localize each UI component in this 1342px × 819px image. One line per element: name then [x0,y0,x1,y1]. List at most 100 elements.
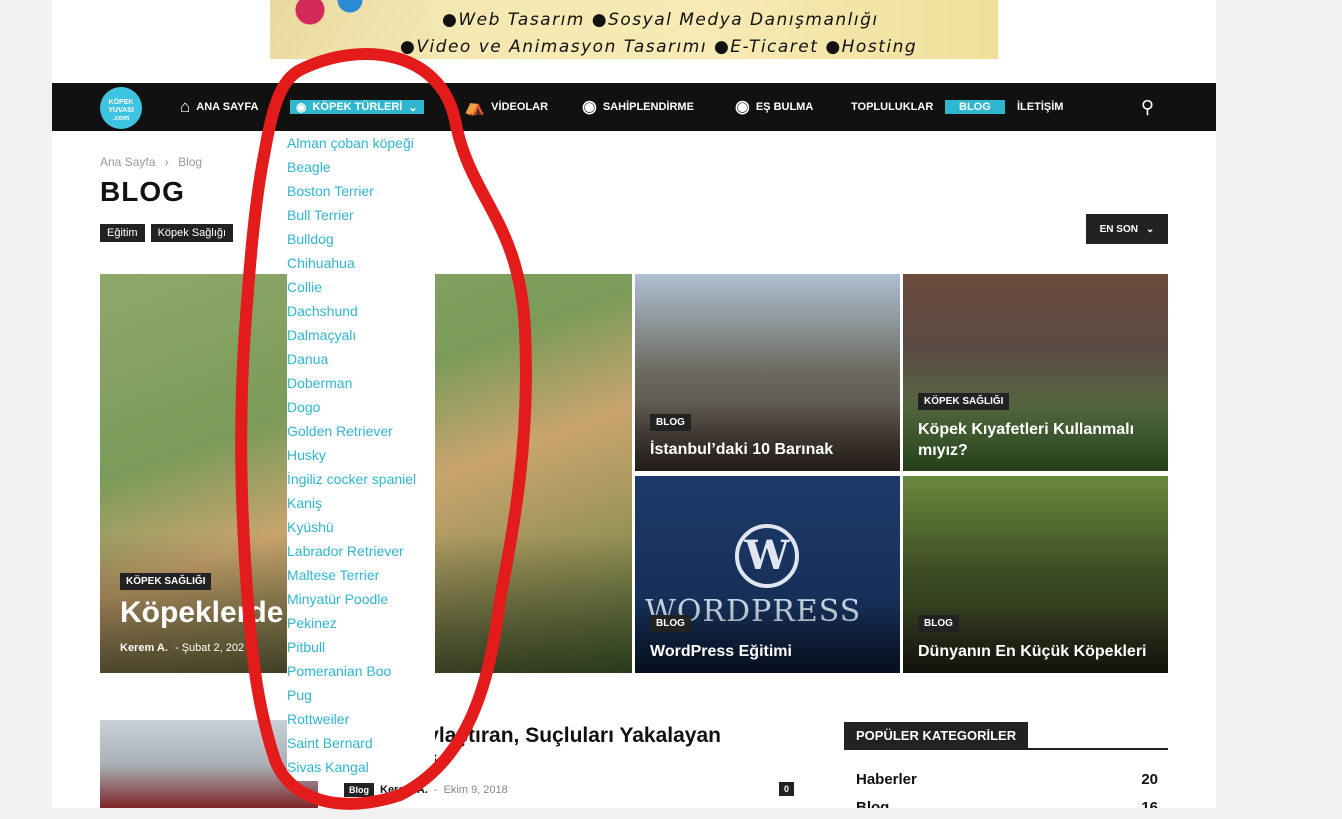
tile-title[interactable]: Dünyanın En Küçük Köpekleri [918,641,1146,662]
nav-label: EŞ BULMA [755,101,814,113]
sort-dropdown[interactable]: EN SON ⌄ [1086,214,1168,244]
dropdown-item[interactable]: Maltese Terrier [287,567,379,583]
dropdown-item[interactable]: Sivas Kangal [287,759,369,775]
dropdown-item[interactable]: Doberman [287,375,352,391]
nav-label: TOPLULUKLAR [851,101,934,113]
nav-label: VİDEOLAR [491,101,549,113]
page-title: BLOG [100,176,185,207]
circus-tent-icon: ⛺ [464,97,486,116]
dropdown-item[interactable]: Bull Terrier [287,207,354,223]
tag-egitim[interactable]: Eğitim [100,224,145,242]
chevron-down-icon: ⌄ [1145,223,1155,235]
image-shade [635,401,900,471]
post-thumbnail[interactable] [100,720,318,808]
breadcrumb-current: Blog [178,155,203,169]
nav-label: KÖPEK TÜRLERİ [312,101,403,113]
category-badge[interactable]: BLOG [918,615,959,632]
author-name[interactable]: Kerem A. [120,642,168,654]
dropdown-item[interactable]: Dachshund [287,303,358,319]
wordpress-logo: W [735,524,799,588]
dropdown-item[interactable]: Bulldog [287,231,334,247]
dropdown-item[interactable]: Collie [287,279,322,295]
widget-title: POPÜLER KATEGORİLER [844,722,1029,750]
dropdown-item[interactable]: Labrador Retriever [287,543,404,559]
dropdown-item[interactable]: İngiliz cocker spaniel [287,471,416,487]
tile-title[interactable]: Köpek Kıyafetleri Kullanmalı mıyız? [918,419,1158,461]
breadcrumb: Ana Sayfa › Blog [100,155,208,169]
home-icon: ⌂ [180,97,191,116]
dropdown-item[interactable]: Dalmaçyalı [287,327,356,343]
site-logo[interactable]: KÖPEK YUVASI .com [100,87,142,129]
banner-line-1: ●Web Tasarım ●Sosyal Medya Danışmanlığı [442,10,879,30]
category-name: Blog [856,799,890,808]
tile-istanbul-barinak[interactable]: BLOG İstanbul’daki 10 Barınak [635,274,900,471]
nav-item-iletisim[interactable]: İLETİŞİM [1017,83,1063,131]
popular-categories-heading: POPÜLER KATEGORİLER [844,722,1168,750]
tag-kopek-sagligi[interactable]: Köpek Sağlığı [150,224,234,242]
nav-label: İLETİŞİM [1017,101,1064,113]
nav-item-ana-sayfa[interactable]: ⌂ ANA SAYFA [180,83,258,131]
nav-label: BLOG [945,100,1005,114]
category-badge[interactable]: BLOG [650,615,691,632]
sort-label: EN SON [1099,223,1138,235]
page: ●Web Tasarım ●Sosyal Medya Danışmanlığı … [52,0,1216,808]
tile-title[interactable]: İstanbul’daki 10 Barınak [650,439,833,460]
filter-tags: Eğitim Köpek Sağlığı [100,224,234,242]
banner-ad[interactable]: ●Web Tasarım ●Sosyal Medya Danışmanlığı … [270,0,998,59]
category-count: 16 [1141,799,1158,808]
post-date: Şubat 2, 202 [181,642,245,654]
breed-dropdown-menu: Alman çoban köpeği Beagle Boston Terrier Bu… [287,131,435,781]
breadcrumb-separator: › [164,155,169,169]
category-row[interactable]: Blog 16 [856,799,1158,808]
dropdown-item[interactable]: Rottweiler [287,711,349,727]
category-badge[interactable]: KÖPEK SAĞLIĞI [918,393,1010,410]
nav-item-blog[interactable]: BLOG [945,83,1005,131]
tile-kopek-kiyafetleri[interactable]: KÖPEK SAĞLIĞI Köpek Kıyafetleri Kullanma… [903,274,1168,471]
dog-icon: ◉ [296,100,307,114]
nav-label: SAHİPLENDİRME [602,101,694,113]
dropdown-item[interactable]: Pekinez [287,615,337,631]
dropdown-item[interactable]: Saint Bernard [287,735,373,751]
meta-separator: - [174,642,179,654]
dropdown-item[interactable]: Pug [287,687,312,703]
nav-label: ANA SAYFA [196,101,259,113]
nav-item-kopek-turleri[interactable]: ◉ KÖPEK TÜRLERİ ⌄ [290,83,424,131]
nav-item-videolar[interactable]: ⛺ VİDEOLAR [464,83,548,131]
image-shade [635,603,900,673]
category-count: 20 [1141,771,1158,788]
dropdown-item[interactable]: Minyatür Poodle [287,591,388,607]
nav-item-sahiplendirme[interactable]: ◉ SAHİPLENDİRME [582,83,694,131]
dog-icon: ◉ [582,97,597,116]
category-row[interactable]: Haberler 20 [856,771,1158,788]
dropdown-item[interactable]: Chihuahua [287,255,355,271]
tile-en-kucuk-kopekler[interactable]: BLOG Dünyanın En Küçük Köpekleri [903,476,1168,673]
author-name[interactable]: Kerem A. [380,784,428,796]
dropdown-item[interactable]: Dogo [287,399,320,415]
post-date: Ekim 9, 2018 [443,784,508,796]
chevron-down-icon: ⌄ [408,101,418,114]
dropdown-item[interactable]: Beagle [287,159,331,175]
dropdown-item[interactable]: Pitbull [287,639,325,655]
dropdown-item[interactable]: Kyüshü [287,519,334,535]
dropdown-item[interactable]: Golden Retriever [287,423,393,439]
category-badge[interactable]: Blog [344,783,374,797]
category-badge[interactable]: KÖPEK SAĞLIĞI [120,573,212,590]
tile-wordpress-egitimi[interactable]: W WORDPRESS BLOG WordPress Eğitimi [635,476,900,673]
category-badge[interactable]: BLOG [650,414,691,431]
search-icon[interactable]: ⚲ [1141,97,1154,118]
dropdown-item[interactable]: Kaniş [287,495,322,511]
breadcrumb-home[interactable]: Ana Sayfa [100,155,155,169]
nav-item-es-bulma[interactable]: ◉ EŞ BULMA [735,83,813,131]
dropdown-item[interactable]: Alman çoban köpeği [287,135,414,151]
nav-item-topluluklar[interactable]: TOPLULUKLAR [851,83,933,131]
comment-count[interactable]: 0 [779,782,795,796]
dog-icon: ◉ [735,97,750,116]
dropdown-item[interactable]: Husky [287,447,326,463]
image-shade [903,603,1168,673]
dropdown-item[interactable]: Boston Terrier [287,183,374,199]
dropdown-item[interactable]: Danua [287,351,328,367]
post-meta: Blog Kerem A. - Ekim 9, 2018 [344,783,508,797]
tile-title[interactable]: WordPress Eğitimi [650,641,792,662]
featured-meta: Kerem A. - Şubat 2, 202 [120,642,244,654]
dropdown-item[interactable]: Pomeranian Boo [287,663,391,679]
